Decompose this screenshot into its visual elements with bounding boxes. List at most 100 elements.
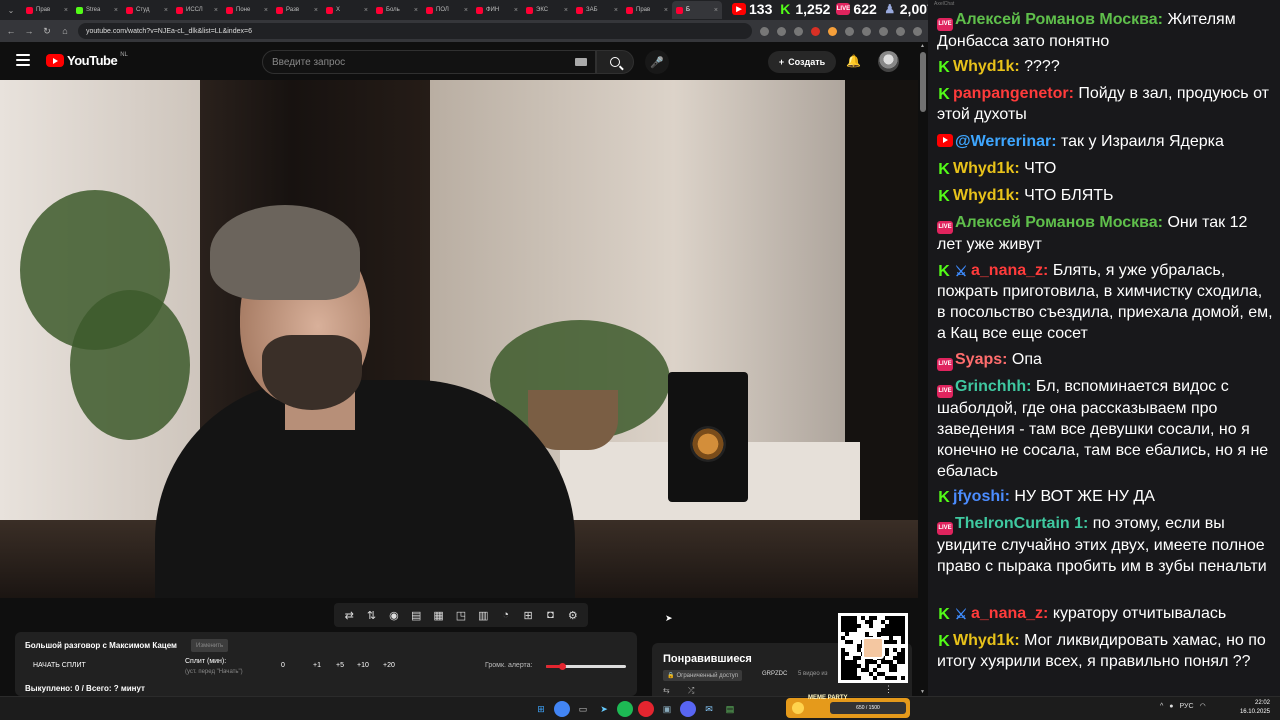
create-button[interactable]: + Создать <box>768 51 836 73</box>
chevron-up-icon[interactable]: ^ <box>1160 703 1163 710</box>
close-tab-icon[interactable]: × <box>714 7 718 14</box>
download-icon[interactable] <box>879 26 888 36</box>
language-indicator[interactable]: РУС <box>1180 703 1194 710</box>
chat-author[interactable]: Whyd1k: <box>953 160 1020 177</box>
shuffle-icon[interactable]: ⤮ <box>688 686 694 696</box>
forward-icon[interactable]: → <box>24 26 34 36</box>
close-tab-icon[interactable]: × <box>614 7 618 14</box>
youtube-logo[interactable]: YouTube NL <box>46 52 128 68</box>
video-player[interactable] <box>0 80 918 598</box>
extension-icon[interactable] <box>828 26 837 36</box>
scrollbar-thumb[interactable] <box>920 52 926 112</box>
close-tab-icon[interactable]: × <box>164 7 168 14</box>
folder-icon[interactable]: ▭ <box>575 701 591 717</box>
playlist-title[interactable]: Понравившиеся <box>663 653 752 665</box>
spotify-icon[interactable] <box>617 701 633 717</box>
clapper-icon[interactable]: ▦ <box>432 608 446 622</box>
close-tab-icon[interactable]: × <box>64 7 68 14</box>
url-field[interactable]: youtube.com/watch?v=NJEa-cL_dlk&list=LL&… <box>78 23 752 39</box>
chat-author[interactable]: Whyd1k: <box>953 632 1020 649</box>
chat-author[interactable]: Whyd1k: <box>953 58 1020 75</box>
loop-icon[interactable]: ⇄ <box>342 608 356 622</box>
app-icon[interactable]: ▣ <box>659 701 675 717</box>
loop-icon[interactable]: ⇆ <box>663 686 670 695</box>
extension-icon[interactable] <box>811 26 820 36</box>
search-input[interactable]: Введите запрос <box>262 50 596 74</box>
windows-start-icon[interactable]: ⊞ <box>533 701 549 717</box>
home-icon[interactable]: ⌂ <box>60 26 70 36</box>
chat-author[interactable]: jfyoshi: <box>953 488 1010 505</box>
browser-tab[interactable]: Прав × <box>622 1 672 19</box>
close-tab-icon[interactable]: × <box>214 7 218 14</box>
add-icon[interactable]: ⊞ <box>521 608 535 622</box>
chat-author[interactable]: Алексей Романов Москва: <box>955 11 1163 28</box>
back-icon[interactable]: ← <box>6 26 16 36</box>
chat-author[interactable]: a_nana_z: <box>971 605 1048 622</box>
close-tab-icon[interactable]: × <box>464 7 468 14</box>
chat-author[interactable]: Grinchhh: <box>955 378 1031 395</box>
profile-icon[interactable] <box>896 26 905 36</box>
close-tab-icon[interactable]: × <box>364 7 368 14</box>
browser-menu-icon[interactable] <box>913 26 922 36</box>
scroll-up-icon[interactable]: ▲ <box>920 43 925 49</box>
close-tab-icon[interactable]: × <box>114 7 118 14</box>
microphone-icon[interactable]: ● <box>1169 703 1173 710</box>
film-icon[interactable]: ▥ <box>476 608 490 622</box>
scroll-down-icon[interactable]: ▼ <box>920 689 925 695</box>
avatar[interactable] <box>878 51 899 72</box>
edit-button[interactable]: Изменить <box>191 639 229 652</box>
obs-icon[interactable] <box>638 701 654 717</box>
browser-tab[interactable]: Х × <box>322 1 372 19</box>
chat-author[interactable]: Whyd1k: <box>953 187 1020 204</box>
browser-tab[interactable]: Б × <box>672 1 722 19</box>
chrome-icon[interactable] <box>554 701 570 717</box>
chat-author[interactable]: TheIronCurtain 1: <box>955 515 1088 532</box>
close-tab-icon[interactable]: × <box>264 7 268 14</box>
browser-tab[interactable]: Разв × <box>272 1 322 19</box>
extension-icon[interactable] <box>845 26 854 36</box>
browser-tab[interactable]: Боль × <box>372 1 422 19</box>
keyboard-icon[interactable] <box>575 58 587 66</box>
browser-tab[interactable]: ЗАБ × <box>572 1 622 19</box>
page-scrollbar[interactable]: ▲ ▼ <box>918 42 928 696</box>
close-tab-icon[interactable]: × <box>514 7 518 14</box>
browser-tab[interactable]: Strea × <box>72 1 122 19</box>
more-options-icon[interactable]: ⋮ <box>884 684 893 695</box>
chat-author[interactable]: a_nana_z: <box>971 262 1048 279</box>
extension-icon[interactable] <box>862 26 871 36</box>
app-icon[interactable]: ▤ <box>722 701 738 717</box>
browser-tab[interactable]: ПОЛ × <box>422 1 472 19</box>
zoom-icon[interactable] <box>777 26 786 36</box>
chat-author[interactable]: @Werrerinar: <box>955 133 1057 150</box>
increment-button[interactable]: +5 <box>336 662 344 669</box>
alert-volume-slider[interactable] <box>546 663 626 670</box>
bookmark-star-icon[interactable] <box>794 26 803 36</box>
gear-icon[interactable]: ⚙ <box>566 608 580 622</box>
increment-button[interactable]: +20 <box>383 662 395 669</box>
picture-in-picture-icon[interactable]: ◳ <box>454 608 468 622</box>
browser-tab[interactable]: Студ × <box>122 1 172 19</box>
playlist-icon[interactable]: ▤ <box>409 608 423 622</box>
discord-icon[interactable] <box>680 701 696 717</box>
telegram-icon[interactable]: ➤ <box>596 701 612 717</box>
app-icon[interactable]: ✉ <box>701 701 717 717</box>
chat-author[interactable]: panpangenetor: <box>953 85 1074 102</box>
search-button[interactable] <box>596 50 634 74</box>
chat-author[interactable]: Syaps: <box>955 351 1007 368</box>
extension-icon[interactable] <box>760 26 769 36</box>
browser-tab[interactable]: ЭКС × <box>522 1 572 19</box>
voice-search-button[interactable]: 🎤 <box>645 50 669 74</box>
chat-author[interactable]: Алексей Романов Москва: <box>955 214 1163 231</box>
sort-icon[interactable]: ⇅ <box>365 608 379 622</box>
screenshot-icon[interactable]: ◘ <box>543 608 557 622</box>
increment-button[interactable]: +1 <box>313 662 321 669</box>
close-tab-icon[interactable]: × <box>564 7 568 14</box>
close-tab-icon[interactable]: × <box>664 7 668 14</box>
menu-icon[interactable] <box>16 54 30 66</box>
browser-tab[interactable]: ИССЛ × <box>172 1 222 19</box>
speed-icon[interactable]: ◔ <box>499 608 513 622</box>
wifi-icon[interactable]: ◠ <box>1200 702 1206 710</box>
tab-search-icon[interactable]: ⌄ <box>4 3 18 17</box>
playlist-owner[interactable]: GRPZDC <box>762 671 787 677</box>
clock[interactable]: 22:02 16.10.2025 <box>1226 699 1270 717</box>
